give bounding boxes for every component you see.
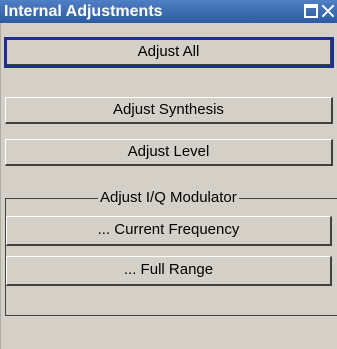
close-icon[interactable] [320,4,336,18]
dialog-body: Adjust All Adjust Synthesis Adjust Level… [0,23,337,349]
iq-modulator-group: Adjust I/Q Modulator ... Current Frequen… [5,189,337,316]
current-frequency-button[interactable]: ... Current Frequency [6,216,332,246]
adjust-level-button[interactable]: Adjust Level [5,139,333,166]
full-range-button[interactable]: ... Full Range [6,256,332,286]
title-bar[interactable]: Internal Adjustments [0,0,337,23]
adjust-synthesis-button[interactable]: Adjust Synthesis [5,97,333,124]
window-title: Internal Adjustments [4,3,163,20]
iq-modulator-group-title: Adjust I/Q Modulator [98,189,239,207]
internal-adjustments-window: Internal Adjustments Adjust All Adjust S… [0,0,337,349]
adjust-all-button[interactable]: Adjust All [4,37,334,68]
maximize-icon[interactable] [304,4,318,18]
